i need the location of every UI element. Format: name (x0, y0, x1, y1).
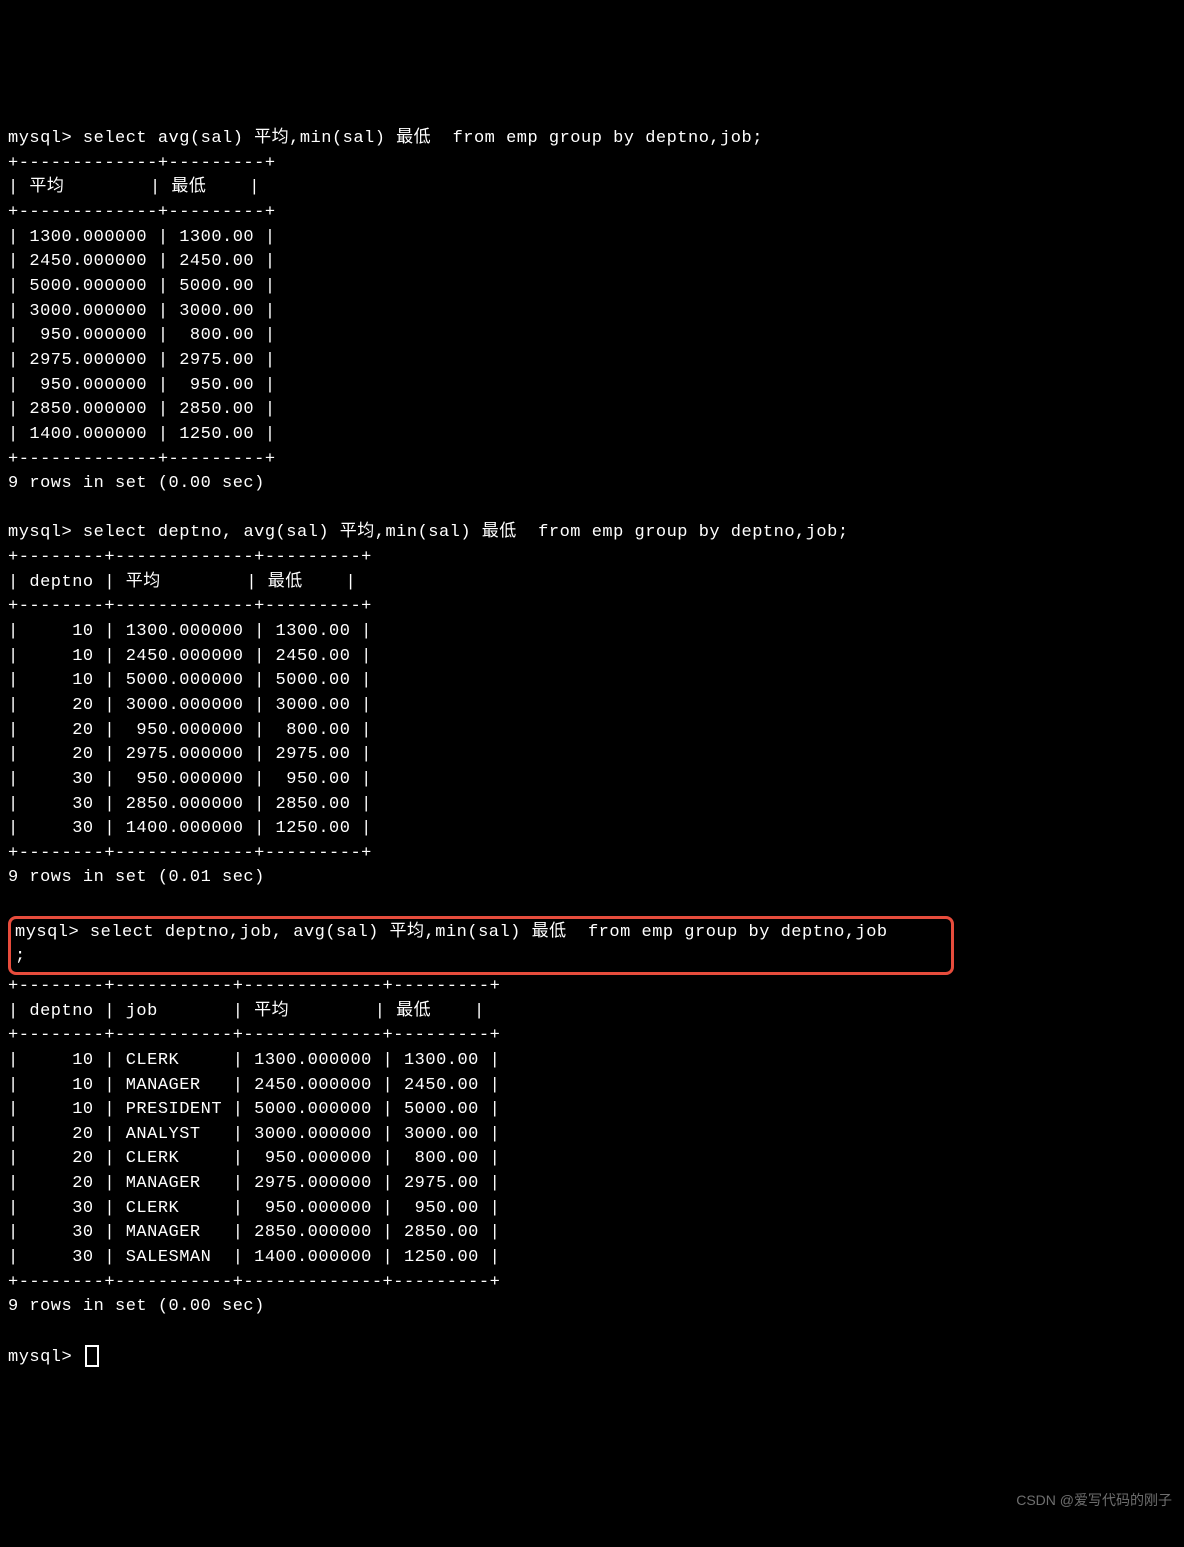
table1-rows: | 1300.000000 | 1300.00 | | 2450.000000 … (8, 228, 276, 444)
table3-border: +--------+-----------+-------------+----… (8, 1273, 500, 1292)
table1-header: | 平均 | 最低 | (8, 178, 260, 197)
table2-footer: 9 rows in set (0.01 sec) (8, 868, 265, 887)
highlighted-query: mysql> select deptno,job, avg(sal) 平均,mi… (8, 916, 954, 975)
table1-border: +-------------+---------+ (8, 450, 276, 469)
table3-border: +--------+-----------+-------------+----… (8, 977, 500, 996)
table3-footer: 9 rows in set (0.00 sec) (8, 1297, 265, 1316)
table2-header: | deptno | 平均 | 最低 | (8, 573, 356, 592)
table3-header: | deptno | job | 平均 | 最低 | (8, 1002, 485, 1021)
prompt: mysql> (8, 129, 83, 148)
sql-query-3-line2: ; (15, 947, 26, 966)
cursor-icon[interactable] (85, 1345, 99, 1367)
sql-query-3-line1: mysql> select deptno,job, avg(sal) 平均,mi… (15, 923, 888, 942)
table2-border: +--------+-------------+---------+ (8, 597, 372, 616)
prompt: mysql> (8, 1348, 83, 1367)
sql-query-2: select deptno, avg(sal) 平均,min(sal) 最低 f… (83, 523, 849, 542)
table2-border: +--------+-------------+---------+ (8, 844, 372, 863)
prompt: mysql> (8, 523, 83, 542)
table1-footer: 9 rows in set (0.00 sec) (8, 474, 265, 493)
table2-border: +--------+-------------+---------+ (8, 548, 372, 567)
sql-query-1: select avg(sal) 平均,min(sal) 最低 from emp … (83, 129, 763, 148)
table1-border: +-------------+---------+ (8, 203, 276, 222)
table3-rows: | 10 | CLERK | 1300.000000 | 1300.00 | |… (8, 1051, 500, 1267)
table3-border: +--------+-----------+-------------+----… (8, 1026, 500, 1045)
table2-rows: | 10 | 1300.000000 | 1300.00 | | 10 | 24… (8, 622, 372, 838)
watermark-text: CSDN @爱写代码的刚子 (1016, 1490, 1172, 1510)
terminal-output: mysql> select avg(sal) 平均,min(sal) 最低 fr… (8, 103, 1176, 1371)
table1-border: +-------------+---------+ (8, 154, 276, 173)
